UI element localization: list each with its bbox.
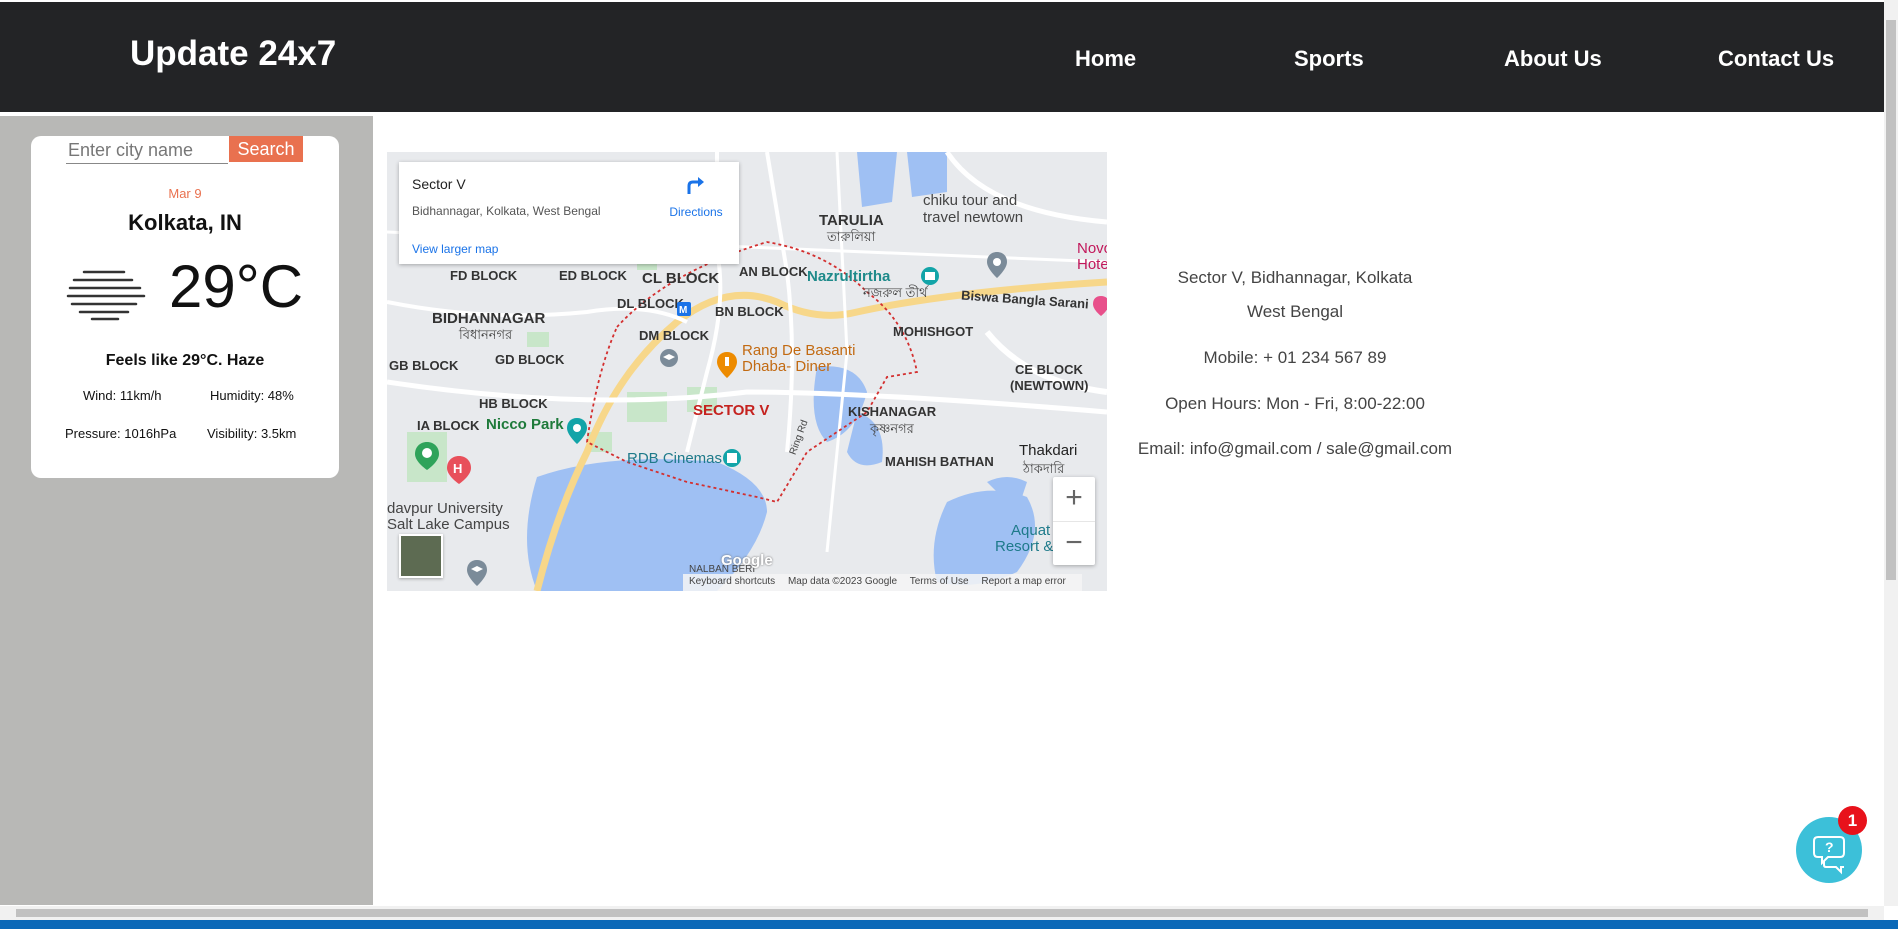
map-label-fd-block: FD BLOCK (450, 268, 518, 283)
map-label-dl-block: DL BLOCK (617, 296, 684, 311)
map-label-aquatica: Aquat (1011, 522, 1051, 539)
map-label-rang-de-basanti: Rang De Basanti (742, 342, 856, 359)
map-label-thakdari: Thakdari (1019, 442, 1078, 459)
map-footer: Keyboard shortcuts Map data ©2023 Google… (683, 574, 1082, 591)
weather-feels-like: Feels like 29°C. Haze (105, 352, 265, 369)
map-label-nazrultirtha: Nazrultirtha (807, 268, 891, 285)
amusement-pin-icon[interactable] (415, 442, 439, 470)
map-label-bidhannagar: BIDHANNAGAR (432, 310, 546, 327)
map-label-resort: Resort & (995, 538, 1054, 555)
nav-sports[interactable]: Sports (1294, 46, 1364, 72)
nav-home[interactable]: Home (1075, 46, 1136, 72)
map-label-nicco-park: Nicco Park (486, 416, 564, 433)
weather-card: Search Mar 9 Kolkata, IN 29°C Feels like… (31, 136, 339, 478)
weather-humidity: Humidity: 48% (210, 388, 294, 403)
map-label-chiku-2: travel newtown (923, 209, 1024, 226)
map-data-attribution: Map data ©2023 Google (787, 576, 898, 587)
hotel-pin-icon[interactable] (1093, 296, 1107, 316)
svg-text:?: ? (1825, 839, 1834, 855)
university-pin-icon[interactable] (659, 348, 679, 368)
map-label-an-block: AN BLOCK (739, 264, 808, 279)
map-label-gd-block: GD BLOCK (495, 352, 565, 367)
weather-city: Kolkata, IN (128, 210, 242, 235)
horizontal-scrollbar-thumb[interactable] (16, 909, 1868, 917)
embedded-map[interactable]: TARULIA তারুলিয়া chiku tour and travel … (387, 152, 1107, 591)
nav-about-us[interactable]: About Us (1504, 46, 1602, 72)
directions-label: Directions (669, 205, 723, 219)
map-label-rdb-cinemas: RDB Cinemas (627, 450, 723, 467)
map-label-bidhannagar-bn: বিধাননগর (459, 327, 513, 342)
map-label-mohishgot: MOHISHGOT (893, 324, 974, 339)
map-label-sector-v: SECTOR V (693, 402, 770, 419)
brand-title[interactable]: Update 24x7 (130, 34, 336, 74)
svg-text:H: H (453, 461, 462, 476)
weather-wind: Wind: 11km/h (83, 388, 162, 403)
location-pin-icon[interactable] (987, 252, 1007, 278)
zoom-out-button[interactable]: − (1053, 521, 1095, 565)
hospital-pin-icon[interactable]: H (447, 456, 471, 484)
search-button[interactable]: Search (229, 136, 303, 162)
map-label-kishanagar: KISHANAGAR (848, 404, 937, 419)
landmark-pin-icon[interactable] (920, 266, 940, 286)
map-label-nazrultirtha-bn: নজরুল তীর্থ (863, 285, 928, 300)
weather-temperature: 29°C (169, 253, 304, 320)
cinema-pin-icon[interactable] (722, 448, 742, 468)
city-search-input[interactable] (66, 138, 228, 164)
map-label-tarulia: TARULIA (819, 212, 884, 229)
map-label-saltlake: Salt Lake Campus (387, 516, 510, 533)
map-label-tarulia-bn: তারুলিয়া (827, 229, 876, 244)
report-map-error-link[interactable]: Report a map error (981, 576, 1065, 587)
map-label-dhaba-diner: Dhaba- Diner (742, 358, 832, 375)
status-bar (0, 920, 1898, 929)
chat-notification-badge: 1 (1838, 806, 1867, 835)
svg-text:M: M (679, 305, 687, 316)
contact-mobile: Mobile: + 01 234 567 89 (1203, 348, 1387, 367)
map-label-hb-block: HB BLOCK (479, 396, 548, 411)
google-logo: Google (721, 552, 773, 569)
place-info-card: Sector V Bidhannagar, Kolkata, West Beng… (399, 162, 739, 264)
school-pin-icon[interactable] (467, 560, 487, 586)
contact-address-line-2: West Bengal (1246, 302, 1344, 321)
nav-contact-us[interactable]: Contact Us (1718, 46, 1834, 72)
map-label-gb-block: GB BLOCK (389, 358, 459, 373)
place-title: Sector V (412, 176, 466, 192)
weather-visibility: Visibility: 3.5km (207, 426, 297, 441)
map-label-chiku: chiku tour and (923, 192, 1018, 209)
map-label-newtown: (NEWTOWN) (1010, 378, 1089, 393)
contact-email: Email: info@gmail.com / sale@gmail.com (1137, 439, 1453, 458)
map-label-jadavpur: davpur University (387, 500, 503, 517)
map-label-ed-block: ED BLOCK (559, 268, 627, 283)
vertical-scrollbar-thumb[interactable] (1886, 20, 1896, 580)
satellite-toggle[interactable] (399, 534, 443, 578)
directions-button[interactable]: Directions (661, 174, 731, 219)
weather-pressure: Pressure: 1016hPa (65, 426, 177, 441)
contact-hours: Open Hours: Mon - Fri, 8:00-22:00 (1165, 394, 1425, 413)
zoom-in-button[interactable]: + (1053, 477, 1095, 521)
view-larger-map-link[interactable]: View larger map (412, 242, 498, 256)
map-label-hotel: Hote (1077, 256, 1107, 273)
map-label-ia-block: IA BLOCK (417, 418, 480, 433)
sidebar: Search Mar 9 Kolkata, IN 29°C Feels like… (0, 116, 373, 905)
map-label-kishanagar-bn: কৃষ্ণনগর (870, 421, 914, 436)
restaurant-pin-icon[interactable] (717, 352, 737, 378)
map-label-dm-block: DM BLOCK (639, 328, 710, 343)
map-label-cl-block: CL BLOCK (642, 270, 720, 287)
haze-icon (66, 270, 146, 321)
weather-date: Mar 9 (168, 186, 202, 201)
place-address: Bidhannagar, Kolkata, West Bengal (412, 204, 601, 218)
map-label-mahish-bathan: MAHISH BATHAN (885, 454, 994, 469)
contact-address-line-1: Sector V, Bidhannagar, Kolkata (1177, 268, 1413, 287)
zoom-controls: + − (1053, 477, 1095, 565)
keyboard-shortcuts-link[interactable]: Keyboard shortcuts (689, 576, 775, 587)
map-label-bn-block: BN BLOCK (715, 304, 784, 319)
map-label-novotel: Novo (1077, 240, 1107, 257)
directions-icon (687, 177, 704, 194)
terms-of-use-link[interactable]: Terms of Use (910, 576, 969, 587)
park-pin-icon[interactable] (567, 418, 587, 444)
navbar: Update 24x7 Home Sports About Us Contact… (0, 2, 1884, 112)
metro-station-icon[interactable]: M (677, 302, 691, 316)
map-label-ce-block: CE BLOCK (1015, 362, 1083, 377)
